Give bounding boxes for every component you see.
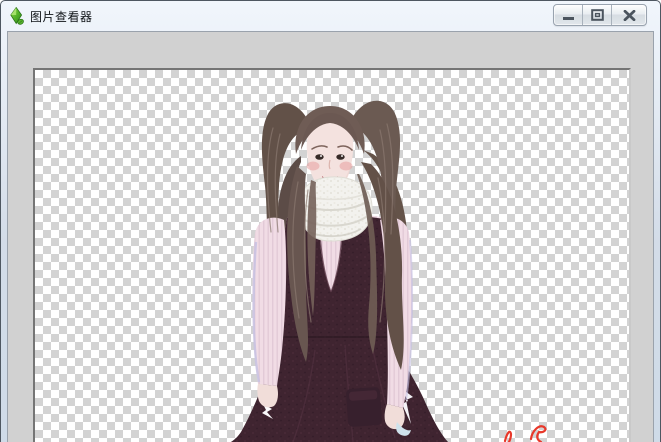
- close-button[interactable]: [612, 5, 646, 25]
- close-icon: [623, 10, 636, 21]
- image-canvas[interactable]: [33, 68, 631, 442]
- character-figure: [229, 101, 545, 442]
- watermark-signature: [505, 426, 545, 442]
- maximize-button[interactable]: [583, 5, 612, 25]
- minimize-button[interactable]: [554, 5, 583, 25]
- viewer-panel: [7, 31, 654, 442]
- sims-plumbob-icon: [9, 7, 24, 26]
- image-viewer-window: 图片查看器: [0, 0, 661, 442]
- character-image: [35, 70, 629, 442]
- titlebar[interactable]: 图片查看器: [1, 1, 660, 31]
- window-controls: [553, 4, 647, 26]
- minimize-icon: [563, 17, 574, 20]
- maximize-icon: [591, 9, 604, 21]
- window-title: 图片查看器: [30, 8, 93, 25]
